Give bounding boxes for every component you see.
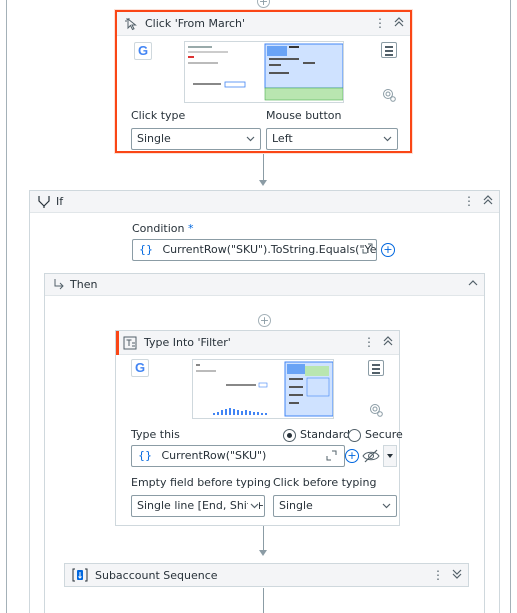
chevron-down-icon	[246, 129, 255, 149]
kebab-menu-icon[interactable]: ⋮	[374, 16, 386, 31]
type-this-value: CurrentRow("SKU")	[161, 449, 267, 462]
show-target-icon[interactable]	[381, 88, 397, 104]
kebab-menu-icon[interactable]: ⋮	[363, 335, 375, 350]
type-into-header[interactable]: Type Into 'Filter' ⋮	[116, 331, 399, 355]
connector-line	[263, 154, 264, 180]
activity-accent-bar	[116, 331, 119, 355]
click-icon	[123, 16, 139, 32]
connector-arrow-icon	[259, 180, 267, 186]
secure-radio-label: Secure	[365, 428, 403, 441]
subaccount-sequence-title: Subaccount Sequence	[95, 569, 218, 582]
empty-field-select[interactable]: Single line [End, Shift+H	[131, 495, 265, 517]
expand-editor-icon[interactable]	[362, 243, 373, 257]
if-activity-card[interactable]: If ⋮ Condition * {} CurrentRow("SKU").To…	[29, 190, 500, 613]
mouse-button-select[interactable]: Left	[266, 128, 398, 150]
click-type-select[interactable]: Single	[131, 128, 261, 150]
standard-radio-label: Standard	[300, 428, 351, 441]
collapse-icon[interactable]	[468, 278, 478, 291]
then-branch: Then + Type Into 'Filter' ⋮ G Type this …	[44, 273, 485, 613]
then-arrow-icon	[53, 278, 65, 293]
click-activity-title: Click 'From March'	[145, 17, 246, 30]
mode-dropdown-button[interactable]	[383, 445, 397, 467]
mouse-button-label: Mouse button	[266, 109, 342, 122]
type-into-title: Type Into 'Filter'	[144, 336, 231, 349]
type-into-activity-card[interactable]: Type Into 'Filter' ⋮ G Type this Standar…	[115, 330, 403, 526]
sequence-icon	[72, 568, 88, 585]
click-before-value: Single	[279, 499, 313, 512]
empty-field-label: Empty field before typing	[131, 476, 271, 489]
add-expression-icon[interactable]: +	[345, 449, 359, 463]
then-branch-title: Then	[70, 278, 98, 291]
required-marker: *	[188, 222, 194, 235]
click-before-label: Click before typing	[273, 476, 377, 489]
condition-value: CurrentRow("SKU").ToString.Equals("Yes")	[162, 243, 377, 256]
click-before-select[interactable]: Single	[273, 495, 397, 517]
add-expression-icon[interactable]: +	[381, 243, 395, 257]
google-chrome-target-icon: G	[131, 359, 149, 377]
add-activity-button[interactable]: +	[258, 314, 271, 327]
type-target-screenshot-thumbnail[interactable]	[192, 359, 334, 419]
kebab-menu-icon[interactable]: ⋮	[432, 568, 444, 583]
type-this-label: Type this	[131, 428, 180, 441]
secure-radio[interactable]	[348, 429, 361, 442]
collapse-icon[interactable]	[483, 194, 493, 209]
type-this-expression-input[interactable]: {} CurrentRow("SKU")	[131, 445, 345, 467]
hide-secure-value-icon[interactable]	[362, 448, 380, 467]
options-menu-button[interactable]	[381, 42, 397, 58]
if-activity-header[interactable]: If ⋮	[30, 191, 499, 213]
expression-icon: {}	[139, 243, 153, 256]
google-chrome-target-icon: G	[134, 42, 152, 60]
type-into-icon	[122, 335, 138, 351]
chevron-down-icon	[248, 496, 259, 516]
expand-icon[interactable]	[452, 568, 462, 583]
condition-expression-input[interactable]: {} CurrentRow("SKU").ToString.Equals("Ye…	[132, 239, 377, 261]
then-branch-header[interactable]: Then	[45, 274, 484, 296]
if-activity-title: If	[56, 195, 64, 208]
mouse-button-value: Left	[272, 132, 293, 145]
connector-line	[263, 588, 264, 613]
standard-radio[interactable]	[283, 429, 296, 442]
subaccount-sequence-card[interactable]: Subaccount Sequence ⋮	[64, 563, 469, 587]
collapse-icon[interactable]	[383, 335, 393, 350]
click-activity-header[interactable]: Click 'From March' ⋮	[117, 12, 410, 36]
options-menu-button[interactable]	[368, 360, 384, 376]
chevron-down-icon	[383, 129, 392, 149]
show-target-icon[interactable]	[368, 403, 384, 419]
click-activity-card[interactable]: Click 'From March' ⋮ G Click type Single…	[115, 10, 412, 153]
expression-icon: {}	[138, 449, 152, 462]
connector-arrow-icon	[259, 550, 267, 556]
click-type-value: Single	[137, 132, 171, 145]
click-type-label: Click type	[131, 109, 186, 122]
connector-line	[263, 526, 264, 552]
kebab-menu-icon[interactable]: ⋮	[463, 194, 475, 209]
empty-field-value: Single line [End, Shift+H	[137, 499, 265, 512]
condition-label-text: Condition	[132, 222, 185, 235]
click-target-screenshot-thumbnail[interactable]	[184, 41, 344, 103]
expand-editor-icon[interactable]	[326, 450, 337, 464]
collapse-icon[interactable]	[394, 16, 404, 31]
condition-label: Condition *	[132, 222, 194, 235]
if-branch-icon	[36, 195, 52, 212]
chevron-down-icon	[382, 496, 391, 516]
